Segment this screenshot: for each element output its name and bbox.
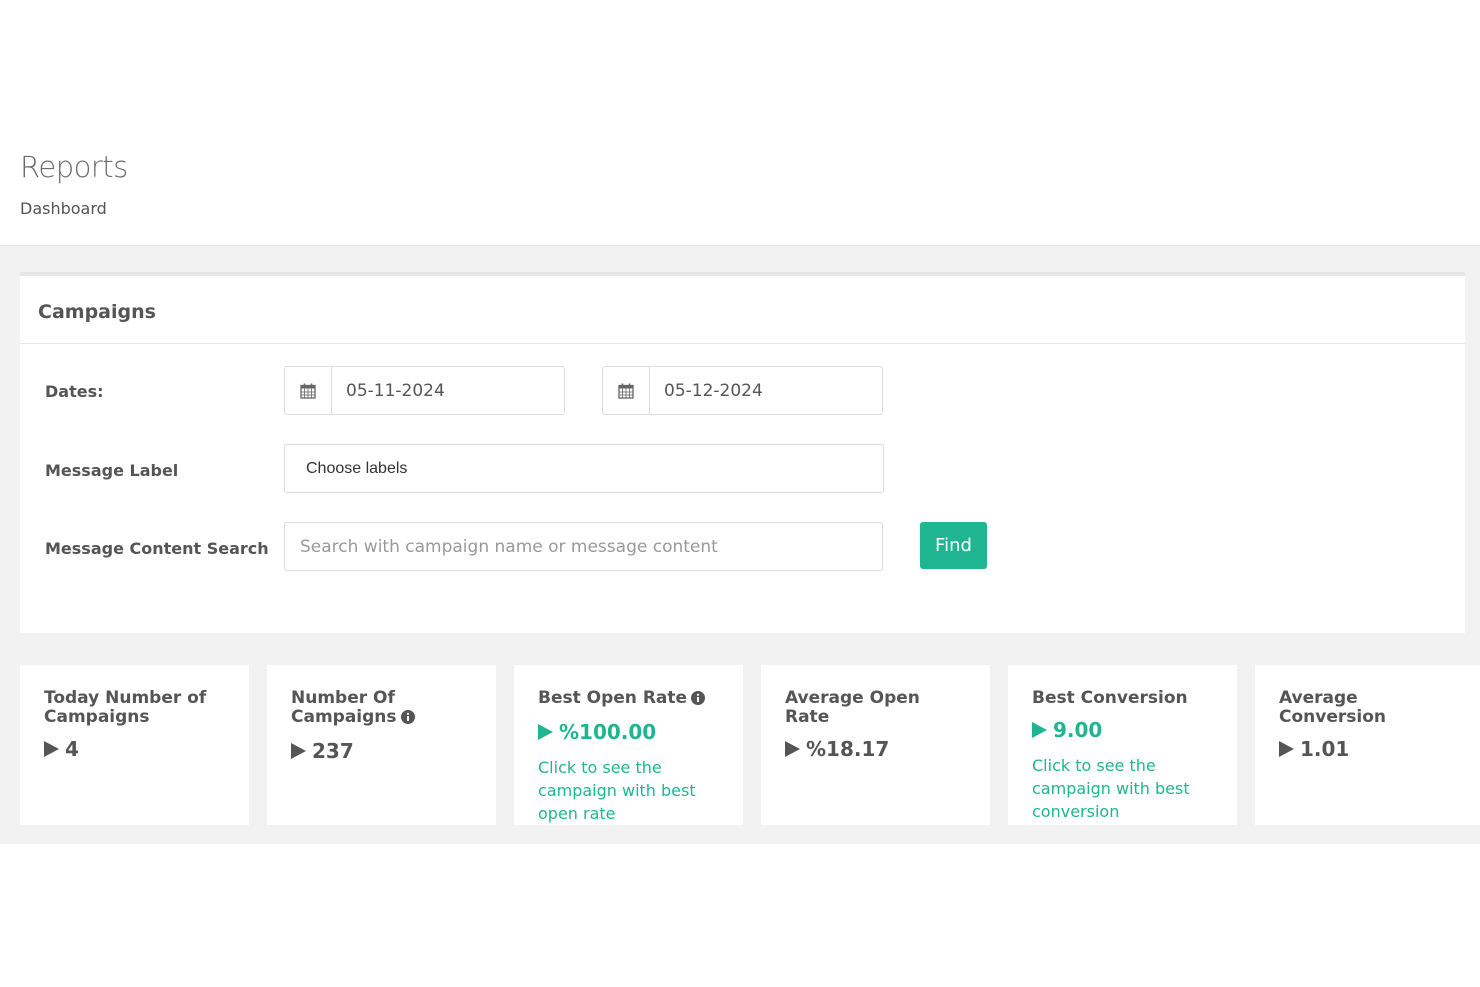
calendar-icon[interactable] <box>603 367 650 414</box>
caret-right-icon <box>291 743 306 759</box>
end-date-input[interactable]: 05-12-2024 <box>650 367 882 414</box>
best-campaign-link[interactable]: Click to see the campaign with best conv… <box>1032 754 1213 823</box>
caret-right-icon <box>1032 722 1047 738</box>
start-date-input[interactable]: 05-11-2024 <box>332 367 564 414</box>
calendar-icon[interactable] <box>285 367 332 414</box>
stat-value: 1.01 <box>1279 737 1460 761</box>
panel-title: Campaigns <box>38 301 156 323</box>
stat-value: %100.00 <box>538 720 719 744</box>
page-title: Reports <box>20 150 128 184</box>
best-campaign-link[interactable]: Click to see the campaign with best open… <box>538 756 719 825</box>
stat-title-text: Average Open Rate <box>785 688 920 727</box>
campaigns-panel: Campaigns Dates: 05-11-2024 05-12-2024 M… <box>20 272 1465 633</box>
caret-right-icon <box>1279 741 1294 757</box>
stat-title-text: Average Conversion <box>1279 688 1386 727</box>
stat-value-text: 4 <box>65 737 79 761</box>
end-date-field[interactable]: 05-12-2024 <box>602 366 883 415</box>
start-date-field[interactable]: 05-11-2024 <box>284 366 565 415</box>
stat-title-text: Today Number of Campaigns <box>44 688 207 727</box>
labels-select[interactable]: Choose labels <box>284 444 884 493</box>
page-header: Reports Dashboard <box>0 0 1480 245</box>
stat-title: Best Open Rate <box>538 689 719 710</box>
find-button[interactable]: Find <box>920 522 987 569</box>
stat-title: Best Conversion <box>1032 689 1213 708</box>
info-circle-icon[interactable] <box>691 691 706 710</box>
content-search-label: Message Content Search <box>45 539 269 558</box>
panel-header: Campaigns <box>20 276 1465 344</box>
stat-value: %18.17 <box>785 737 966 761</box>
stat-card: Best Conversion 9.00 Click to see the camp… <box>1008 665 1237 825</box>
stat-value-text: %18.17 <box>806 737 890 761</box>
stat-card: Number Of Campaigns 237 <box>267 665 496 825</box>
caret-right-icon <box>44 741 59 757</box>
stat-value-text: %100.00 <box>559 720 657 744</box>
stat-title: Average Conversion <box>1279 689 1460 727</box>
caret-right-icon <box>785 741 800 757</box>
breadcrumb[interactable]: Dashboard <box>20 199 107 218</box>
search-input[interactable]: Search with campaign name or message con… <box>284 522 883 571</box>
stat-title: Number Of Campaigns <box>291 689 472 729</box>
stat-card: Average Open Rate %18.17 <box>761 665 990 825</box>
stat-title: Average Open Rate <box>785 689 966 727</box>
stat-card: Best Open Rate %100.00 Click to see the ca… <box>514 665 743 825</box>
stat-card: Today Number of Campaigns 4 <box>20 665 249 825</box>
stat-value-text: 237 <box>312 739 354 763</box>
dates-label: Dates: <box>45 382 104 401</box>
stat-card: Average Conversion 1.01 <box>1255 665 1480 825</box>
stat-value-text: 1.01 <box>1300 737 1350 761</box>
stat-value-text: 9.00 <box>1053 718 1103 742</box>
stat-value: 237 <box>291 739 472 763</box>
info-circle-icon[interactable] <box>400 710 415 729</box>
caret-right-icon <box>538 724 553 740</box>
stat-value: 4 <box>44 737 225 761</box>
stat-title-text: Best Conversion <box>1032 688 1188 708</box>
stat-title-text: Number Of Campaigns <box>291 688 397 727</box>
stat-title-text: Best Open Rate <box>538 688 688 708</box>
message-label-label: Message Label <box>45 461 179 480</box>
stat-title: Today Number of Campaigns <box>44 689 225 727</box>
stat-value: 9.00 <box>1032 718 1213 742</box>
